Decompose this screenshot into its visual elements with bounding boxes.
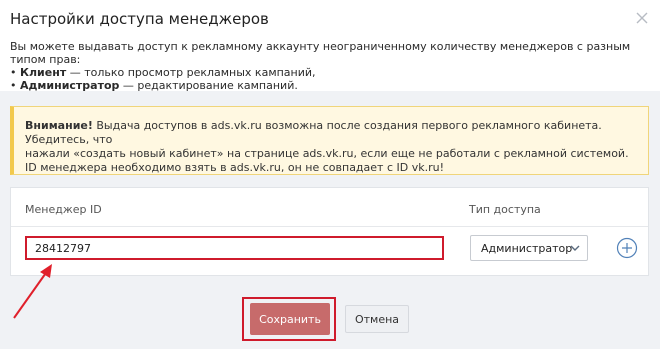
manager-id-input[interactable] bbox=[25, 236, 444, 260]
intro-client-line: • Клиент — только просмотр рекламных кам… bbox=[10, 66, 316, 79]
modal-title: Настройки доступа менеджеров bbox=[10, 10, 269, 28]
access-type-select[interactable]: Администратор bbox=[470, 235, 588, 261]
column-header-manager: Менеджер bbox=[25, 203, 87, 216]
header-divider bbox=[11, 226, 648, 227]
warning-line-1: Внимание! Выдача доступов в ads.vk.ru во… bbox=[25, 119, 634, 147]
column-header-access-type: Тип доступа bbox=[469, 203, 541, 216]
client-desc: — только просмотр рекламных кампаний, bbox=[66, 66, 316, 79]
close-icon[interactable] bbox=[636, 12, 648, 24]
column-header-id: ID bbox=[90, 203, 102, 216]
warning-text-2: нажали «создать новый кабинет» на страни… bbox=[25, 147, 629, 160]
warning-label: Внимание! bbox=[25, 119, 93, 132]
intro-text: Вы можете выдавать доступ к рекламному а… bbox=[10, 40, 655, 92]
warning-box: Внимание! Выдача доступов в ads.vk.ru во… bbox=[10, 106, 649, 175]
access-type-value: Администратор bbox=[481, 242, 573, 255]
warning-text-3: ID менеджера необходимо взять в ads.vk.r… bbox=[25, 161, 444, 174]
cancel-button[interactable]: Отмена bbox=[345, 305, 409, 333]
add-manager-icon[interactable] bbox=[616, 237, 638, 259]
intro-line: Вы можете выдавать доступ к рекламному а… bbox=[10, 40, 631, 66]
warning-text-1: Выдача доступов в ads.vk.ru возможна пос… bbox=[25, 119, 602, 146]
managers-table: Менеджер ID Тип доступа Администратор bbox=[10, 187, 649, 276]
chevron-down-icon bbox=[570, 245, 580, 251]
save-button[interactable]: Сохранить bbox=[250, 303, 330, 335]
client-label: Клиент bbox=[20, 66, 67, 79]
